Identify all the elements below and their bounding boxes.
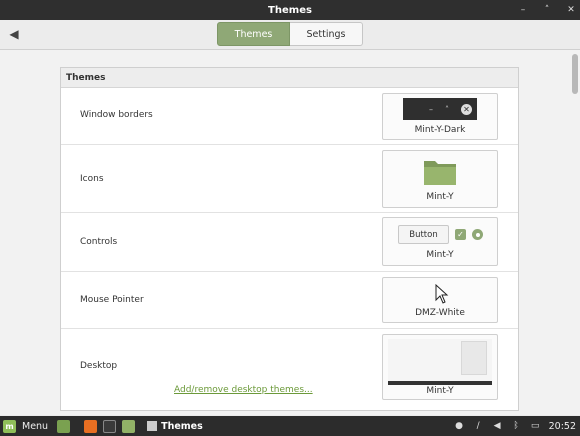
window-controls: – ˄ ✕ — [518, 0, 576, 20]
menu-label: Menu — [22, 420, 49, 432]
maximize-button[interactable]: ˄ — [542, 5, 552, 15]
terminal-icon[interactable] — [103, 419, 117, 433]
folder-icon — [424, 161, 456, 185]
back-button[interactable]: ◀ — [6, 26, 22, 42]
panel-preview — [388, 381, 492, 385]
tab-themes[interactable]: Themes — [217, 22, 290, 46]
window-borders-theme-button[interactable]: – ˄ ✕ Mint-Y-Dark — [382, 93, 498, 140]
close-preview-icon: ✕ — [461, 103, 472, 115]
header-bar: ◀ Themes Settings — [0, 20, 580, 50]
theme-name: Mint-Y — [426, 192, 454, 202]
radio-selected-icon — [472, 229, 483, 240]
section-title: Themes — [61, 68, 518, 88]
window-borders-preview: – ˄ ✕ — [403, 98, 477, 120]
user-icon[interactable]: ● — [454, 421, 465, 432]
system-tray: ● ∕ ◀ ᛒ ▭ 20:52 — [454, 416, 576, 436]
theme-name: Mint-Y — [426, 386, 454, 396]
power-icon[interactable]: ▭ — [530, 421, 541, 432]
row-mouse-pointer: Mouse Pointer DMZ-White — [61, 272, 518, 329]
stack-switcher: Themes Settings — [217, 22, 363, 46]
clock[interactable]: 20:52 — [549, 421, 576, 432]
cursor-arrow-icon — [435, 284, 449, 304]
row-controls: Controls Button ✓ Mint-Y — [61, 213, 518, 272]
themes-section: Themes Window borders – ˄ ✕ Mint-Y-Dark … — [60, 67, 519, 411]
row-icons: Icons Mint-Y — [61, 145, 518, 213]
desktop-preview-image — [388, 339, 492, 385]
window-thumbnail-icon — [147, 421, 158, 431]
firefox-icon[interactable] — [84, 419, 98, 433]
checkbox-checked-icon: ✓ — [455, 229, 466, 240]
row-desktop: Desktop Add/remove desktop themes... Min… — [61, 329, 518, 409]
desktop-theme-button[interactable]: Mint-Y — [382, 334, 498, 400]
files-icon[interactable] — [122, 419, 136, 433]
tab-settings[interactable]: Settings — [290, 22, 363, 46]
mouse-pointer-theme-button[interactable]: DMZ-White — [382, 277, 498, 323]
row-label: Mouse Pointer — [80, 295, 144, 305]
network-icon[interactable]: ∕ — [473, 421, 484, 432]
row-label: Controls — [80, 237, 118, 247]
controls-theme-button[interactable]: Button ✓ Mint-Y — [382, 217, 498, 266]
theme-name: Mint-Y-Dark — [414, 125, 466, 135]
taskbar: m Menu Themes ● ∕ ◀ ᛒ ▭ 20:52 — [0, 416, 580, 436]
show-desktop-icon[interactable] — [57, 419, 71, 433]
window-title: Themes — [268, 4, 312, 16]
calendar-preview — [461, 341, 487, 375]
bluetooth-icon[interactable]: ᛒ — [511, 421, 522, 432]
row-label: Window borders — [80, 110, 153, 120]
icons-theme-button[interactable]: Mint-Y — [382, 150, 498, 208]
scrollbar[interactable] — [572, 54, 578, 94]
theme-name: DMZ-White — [415, 308, 465, 318]
taskbar-window-themes[interactable]: Themes — [147, 421, 203, 432]
close-button[interactable]: ✕ — [566, 5, 576, 15]
menu-button[interactable]: m Menu — [0, 416, 48, 436]
volume-icon[interactable]: ◀ — [492, 421, 503, 432]
theme-name: Mint-Y — [426, 250, 454, 260]
row-label: Icons — [80, 174, 104, 184]
back-arrow-icon: ◀ — [9, 27, 19, 41]
sample-button: Button — [398, 225, 449, 244]
window-titlebar[interactable]: Themes – ˄ ✕ — [0, 0, 580, 20]
mint-logo-icon: m — [3, 419, 16, 433]
maximize-preview-icon: ˄ — [445, 104, 449, 114]
main-content: Themes Window borders – ˄ ✕ Mint-Y-Dark … — [0, 50, 580, 415]
minimize-button[interactable]: – — [518, 5, 528, 15]
add-remove-desktop-themes-link[interactable]: Add/remove desktop themes... — [174, 385, 313, 395]
minimize-preview-icon: – — [429, 104, 433, 114]
row-label: Desktop — [80, 361, 118, 371]
taskbar-window-label: Themes — [161, 420, 203, 432]
row-window-borders: Window borders – ˄ ✕ Mint-Y-Dark — [61, 88, 518, 145]
